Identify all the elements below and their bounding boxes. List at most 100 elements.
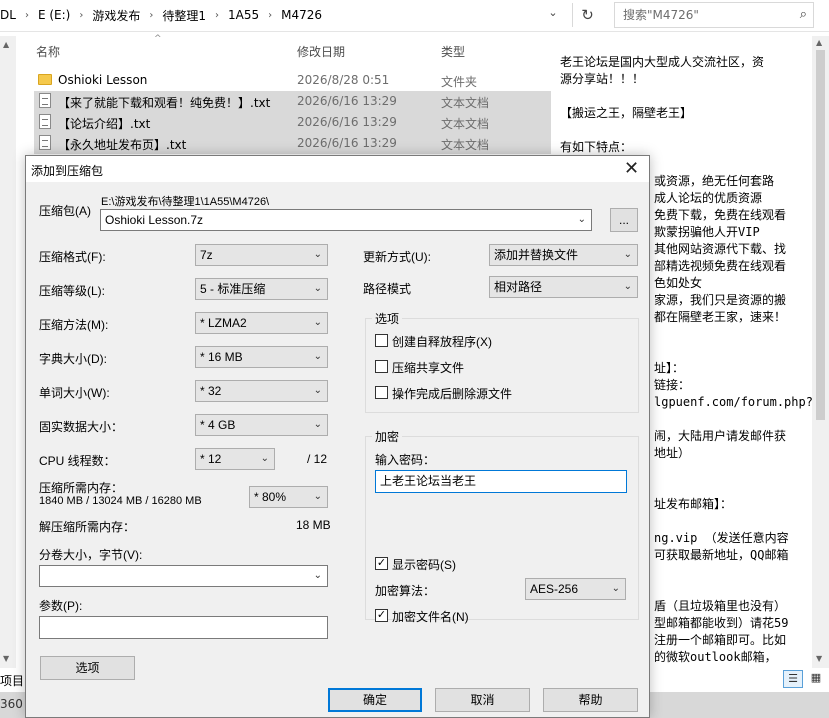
shared-label[interactable]: 压缩共享文件	[392, 359, 464, 376]
threads-select[interactable]: * 12 ⌄	[195, 448, 275, 470]
chevron-down-icon: ⌄	[260, 453, 269, 464]
level-select[interactable]: 5 - 标准压缩 ⌄	[195, 278, 328, 300]
search-input[interactable]: 搜索"M4726" ⌕	[614, 2, 814, 28]
password-input[interactable]: 上老王论坛当老王	[375, 470, 627, 493]
ok-button[interactable]: 确定	[328, 688, 422, 712]
delete-source-checkbox[interactable]	[375, 386, 388, 399]
breadcrumb-item[interactable]: 1A55	[228, 8, 259, 22]
cancel-button[interactable]: 取消	[435, 688, 530, 712]
scrollbar-thumb[interactable]	[816, 50, 825, 420]
chevron-right-icon: ›	[24, 9, 29, 21]
column-type[interactable]: 类型	[441, 43, 465, 60]
file-name: 【永久地址发布页】.txt	[58, 138, 187, 152]
sfx-checkbox[interactable]	[375, 334, 388, 347]
split-size-combo[interactable]: ⌄	[39, 565, 328, 587]
browse-button[interactable]: ...	[610, 208, 638, 232]
txt-file-icon	[39, 114, 51, 129]
file-row[interactable]: Oshioki Lesson 2026/8/28 0:51 文件夹	[34, 70, 551, 91]
mem-percent-select[interactable]: * 80% ⌄	[249, 486, 328, 508]
method-select[interactable]: * LZMA2 ⌄	[195, 312, 328, 334]
file-row[interactable]: 【论坛介绍】.txt 2026/6/16 13:29 文本文档	[34, 112, 551, 133]
preview-line: 地址）	[654, 446, 691, 460]
word-select[interactable]: * 32 ⌄	[195, 380, 328, 402]
column-name[interactable]: 名称	[36, 43, 60, 60]
sfx-label[interactable]: 创建自释放程序(X)	[392, 333, 492, 350]
address-bar: DL › E (E:) › 游戏发布 › 待整理1 › 1A55 › M4726 ⌄ ↻ …	[0, 0, 829, 32]
chevron-down-icon: ⌄	[313, 283, 322, 294]
format-value: 7z	[200, 248, 213, 262]
close-icon[interactable]: ✕	[624, 158, 639, 179]
preview-line: 老王论坛是国内大型成人交流社区，资	[560, 55, 765, 69]
status-item-count: 项目	[0, 674, 25, 688]
options-button[interactable]: 选项	[40, 656, 135, 680]
format-select[interactable]: 7z ⌄	[195, 244, 328, 266]
search-icon: ⌕	[799, 7, 807, 22]
file-date: 2026/6/16 13:29	[297, 115, 397, 129]
refresh-icon[interactable]: ↻	[572, 3, 602, 27]
word-value: * 32	[200, 384, 222, 398]
column-date[interactable]: 修改日期	[297, 43, 345, 60]
show-password-checkbox[interactable]: ✓	[375, 557, 388, 570]
chevron-down-icon: ⌄	[313, 317, 322, 328]
scroll-up-icon[interactable]: ▲	[816, 38, 822, 47]
preview-line: 链接：	[654, 378, 691, 392]
solid-select[interactable]: * 4 GB ⌄	[195, 414, 328, 436]
params-input[interactable]	[39, 616, 328, 639]
breadcrumb-item[interactable]: 游戏发布	[92, 7, 140, 24]
checkmark-icon: ✓	[376, 609, 387, 621]
archive-label: 压缩包(A)	[39, 204, 91, 218]
breadcrumb-item[interactable]: DL	[0, 8, 16, 22]
preview-line: 【搬运之王，隔壁老王】	[560, 106, 693, 120]
preview-scrollbar[interactable]: ▲ ▼	[812, 36, 829, 668]
preview-line: 注册一个邮箱即可。比如	[654, 633, 787, 647]
breadcrumb[interactable]: DL › E (E:) › 游戏发布 › 待整理1 › 1A55 › M4726	[0, 0, 566, 30]
column-header: ^ 名称 修改日期 类型	[34, 34, 551, 64]
preview-line: 址发布邮箱】：	[654, 497, 733, 511]
file-name: 【来了就能下载和观看！纯免费！】.txt	[58, 96, 271, 110]
help-button[interactable]: 帮助	[543, 688, 638, 712]
file-row[interactable]: 【来了就能下载和观看！纯免费！】.txt 2026/6/16 13:29 文本文…	[34, 91, 551, 112]
solid-value: * 4 GB	[200, 418, 236, 432]
chevron-down-icon[interactable]: ⌄	[314, 566, 322, 586]
format-label: 压缩格式(F):	[39, 250, 106, 264]
threads-total: / 12	[307, 452, 328, 466]
options-group-title: 选项	[372, 310, 403, 327]
preview-line: 都在隔壁老王家，速来！	[654, 310, 787, 324]
delete-source-label[interactable]: 操作完成后删除源文件	[392, 385, 512, 402]
vertical-scrollbar[interactable]: ▲ ▼	[0, 36, 16, 668]
method-value: * LZMA2	[200, 316, 247, 330]
shared-checkbox[interactable]	[375, 360, 388, 373]
show-password-label[interactable]: 显示密码(S)	[392, 556, 456, 573]
chevron-down-icon: ⌄	[313, 249, 322, 260]
chevron-right-icon: ›	[268, 9, 273, 21]
chevron-down-icon[interactable]: ⌄	[578, 210, 586, 230]
dict-select[interactable]: * 16 MB ⌄	[195, 346, 328, 368]
archive-name-combo[interactable]: Oshioki Lesson.7z ⌄	[100, 209, 592, 231]
breadcrumb-item[interactable]: M4726	[281, 8, 322, 22]
sort-arrow-icon: ^	[154, 34, 162, 44]
taskbar-item[interactable]: 360	[0, 697, 23, 711]
scroll-down-icon[interactable]: ▼	[3, 654, 9, 663]
scroll-up-icon[interactable]: ▲	[3, 40, 9, 49]
scroll-down-icon[interactable]: ▼	[816, 654, 822, 663]
enc-method-select[interactable]: AES-256 ⌄	[525, 578, 626, 600]
breadcrumb-item[interactable]: E (E:)	[38, 8, 70, 22]
preview-line: 免费下载，免费在线观看	[654, 208, 787, 222]
level-label: 压缩等级(L):	[39, 284, 106, 298]
add-to-archive-dialog: 添加到压缩包 ✕ 压缩包(A) E:\游戏发布\待整理1\1A55\M4726\…	[25, 155, 650, 718]
path-mode-select[interactable]: 相对路径 ⌄	[489, 276, 638, 298]
mem-decomp-label: 解压缩所需内存：	[39, 520, 136, 534]
update-label: 更新方式(U):	[363, 250, 431, 264]
large-icons-view-icon[interactable]: ▦	[806, 670, 826, 688]
update-select[interactable]: 添加并替换文件 ⌄	[489, 244, 638, 266]
chevron-down-icon[interactable]: ⌄	[544, 6, 562, 24]
file-date: 2026/6/16 13:29	[297, 94, 397, 108]
details-view-icon[interactable]: ☰	[783, 670, 803, 688]
encrypt-names-label[interactable]: 加密文件名(N)	[392, 608, 469, 625]
checkmark-icon: ✓	[376, 557, 387, 569]
chevron-down-icon: ⌄	[313, 385, 322, 396]
breadcrumb-item[interactable]: 待整理1	[162, 7, 206, 24]
encrypt-names-checkbox[interactable]: ✓	[375, 609, 388, 622]
dict-value: * 16 MB	[200, 350, 243, 364]
file-row[interactable]: 【永久地址发布页】.txt 2026/6/16 13:29 文本文档	[34, 133, 551, 154]
